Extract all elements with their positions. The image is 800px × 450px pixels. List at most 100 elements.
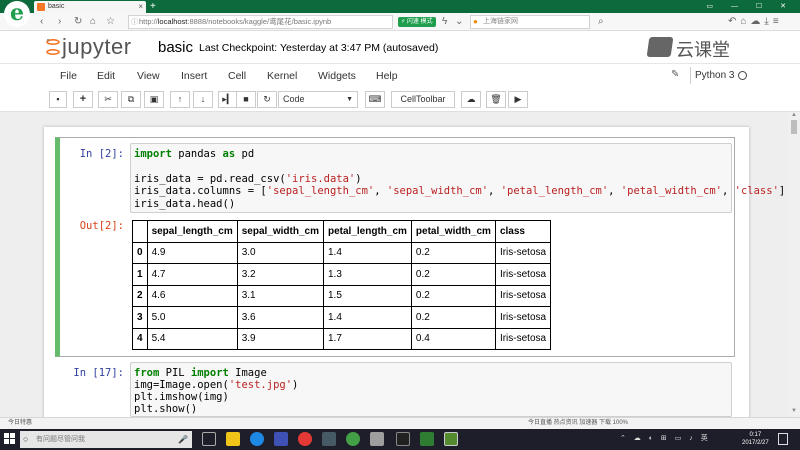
refresh-icon[interactable]: ↻	[74, 15, 82, 29]
lightning-icon[interactable]: ϟ	[442, 15, 447, 29]
input-prompt: In [17]:	[73, 367, 124, 379]
scroll-up-icon[interactable]: ▲	[791, 112, 797, 118]
code-keyword: import	[134, 148, 172, 160]
clock-date: 2017/2/27	[742, 440, 769, 446]
table-cell: 0.2	[410, 241, 496, 264]
paste-icon[interactable]: ▣	[144, 91, 164, 108]
table-cell: 0.2	[410, 263, 496, 286]
system-tray-icons[interactable]: ⌃ ☁ ◐ ⊞ ▭ ♪ 英	[620, 433, 711, 443]
favorite-star-icon[interactable]: ☆	[106, 15, 115, 29]
table-cell: 3.2	[236, 263, 324, 286]
move-up-icon[interactable]: ↑	[170, 91, 190, 108]
file-explorer-icon[interactable]	[226, 432, 240, 446]
table-index-header	[132, 220, 148, 243]
interrupt-stop-icon[interactable]: ■	[236, 91, 256, 108]
code-string: 'iris.data'	[285, 173, 356, 185]
code-line-3: iris_data.columns = ['sepal_length_cm', …	[134, 185, 786, 197]
menu-kernel[interactable]: Kernel	[267, 70, 297, 82]
store-icon[interactable]	[274, 432, 288, 446]
notebook-name[interactable]: basic	[158, 39, 193, 56]
scrollbar-thumb[interactable]	[791, 120, 797, 134]
code-string: 'petal_length_cm'	[500, 185, 609, 197]
code-text: )	[292, 379, 299, 391]
address-bar[interactable]: ⓘ http://localhost:8888/notebooks/kaggle…	[128, 15, 393, 29]
accelerate-badge[interactable]: ⚡ 闪速 模式	[398, 17, 436, 27]
chrome-icon[interactable]	[298, 432, 312, 446]
jupyter-orbit-icon	[46, 38, 60, 56]
new-tab-button[interactable]: +	[150, 0, 156, 13]
menu-cell[interactable]: Cell	[228, 70, 246, 82]
dropdown-icon[interactable]: ⌄	[455, 15, 463, 29]
cut-icon[interactable]: ✂	[98, 91, 118, 108]
move-down-icon[interactable]: ↓	[193, 91, 213, 108]
jupyter-favicon-icon	[37, 3, 45, 11]
task-view-icon[interactable]	[202, 432, 216, 446]
table-cell: 3.6	[236, 306, 324, 329]
terminal-icon[interactable]	[396, 432, 410, 446]
menu-widgets[interactable]: Widgets	[318, 70, 356, 82]
taskbar-search-box[interactable]: ○ 有问题尽管问我 🎤	[20, 431, 192, 448]
menu-view[interactable]: View	[137, 70, 160, 82]
code-text: Image	[228, 367, 267, 379]
menu-file[interactable]: File	[60, 70, 77, 82]
keyboard-icon[interactable]: ⌨	[365, 91, 385, 108]
menu-insert[interactable]: Insert	[181, 70, 207, 82]
celltoolbar-button[interactable]: CellToolbar	[391, 91, 455, 108]
jupyter-header: jupyter basic Last Checkpoint: Yesterday…	[0, 31, 800, 63]
chevron-down-icon: ▼	[346, 96, 353, 103]
status-left-text[interactable]: 今日特惠	[8, 418, 32, 429]
table-row: 2 4.6 3.1 1.5 0.2 Iris-setosa	[132, 284, 552, 307]
window-controls[interactable]: ▭ — ☐ ✕	[706, 0, 794, 13]
copy-icon[interactable]: ⧉	[121, 91, 141, 108]
status-right-text[interactable]: 今日直播 热点资讯 加速器 下载 100%	[528, 418, 628, 429]
cell-type-select[interactable]: Code ▼	[278, 91, 358, 108]
menu-edit[interactable]: Edit	[97, 70, 115, 82]
run-cell-icon[interactable]: ▸▎	[218, 91, 238, 108]
notification-center-icon[interactable]	[778, 433, 788, 445]
restart-icon[interactable]: ↻	[257, 91, 277, 108]
insert-cell-button[interactable]: +	[73, 91, 93, 108]
360-browser-icon[interactable]	[346, 432, 360, 446]
browser-status-bar: 今日特惠 今日直播 热点资讯 加速器 下载 100%	[0, 417, 800, 429]
scroll-down-icon[interactable]: ▼	[791, 408, 797, 414]
tab-close-icon[interactable]: ×	[138, 1, 143, 13]
table-header-cell: sepal_length_cm	[146, 220, 238, 243]
table-cell: 3.9	[236, 327, 324, 350]
app-icon-active[interactable]	[444, 432, 458, 446]
home-icon[interactable]: ⌂	[90, 15, 96, 29]
save-icon[interactable]: ▪	[49, 91, 67, 108]
upload-cloud-icon[interactable]: ☁	[461, 91, 481, 108]
back-arrow-icon[interactable]: ‹	[40, 15, 43, 29]
search-icon[interactable]: ⌕	[598, 15, 604, 29]
edge-browser-icon[interactable]	[250, 432, 264, 446]
code-text: )	[355, 173, 362, 185]
video-icon[interactable]: ▶	[508, 91, 528, 108]
menu-help[interactable]: Help	[376, 70, 398, 82]
app-icon[interactable]	[370, 432, 384, 446]
table-cell: 0.2	[410, 284, 496, 307]
browser-logo-icon[interactable]: e	[4, 1, 30, 27]
table-cell: Iris-setosa	[494, 327, 552, 350]
forward-arrow-icon[interactable]: ›	[58, 15, 61, 29]
search-box-text: 上海链家网	[483, 18, 518, 25]
search-icon: ○	[23, 434, 29, 444]
page-scrollbar[interactable]: ▲ ▼	[788, 112, 800, 417]
code-line-2: img=Image.open('test.jpg')	[134, 379, 298, 392]
code-line-3: plt.imshow(img)	[134, 391, 229, 403]
code-string: 'test.jpg'	[228, 379, 293, 391]
browser-right-icons[interactable]: ↶⌂☁⤓≡	[728, 15, 783, 29]
browser-tab[interactable]: basic ×	[34, 1, 146, 13]
table-cell: 4.9	[146, 241, 238, 264]
browser-search-box[interactable]: ● 上海链家网	[470, 15, 590, 29]
microphone-icon[interactable]: 🎤	[178, 431, 188, 448]
trash-icon[interactable]: 🗑	[486, 91, 506, 108]
app-icon[interactable]	[322, 432, 336, 446]
windows-start-icon[interactable]	[4, 433, 16, 445]
table-cell: Iris-setosa	[494, 263, 552, 286]
output-prompt: Out[2]:	[79, 220, 124, 232]
code-string: 'sepal_length_cm'	[266, 185, 375, 197]
code-string: 'petal_width_cm'	[620, 185, 722, 197]
table-header-cell: petal_length_cm	[322, 220, 412, 243]
taskbar-clock[interactable]: 0:17 2017/2/27	[742, 431, 769, 447]
app-icon[interactable]	[420, 432, 434, 446]
